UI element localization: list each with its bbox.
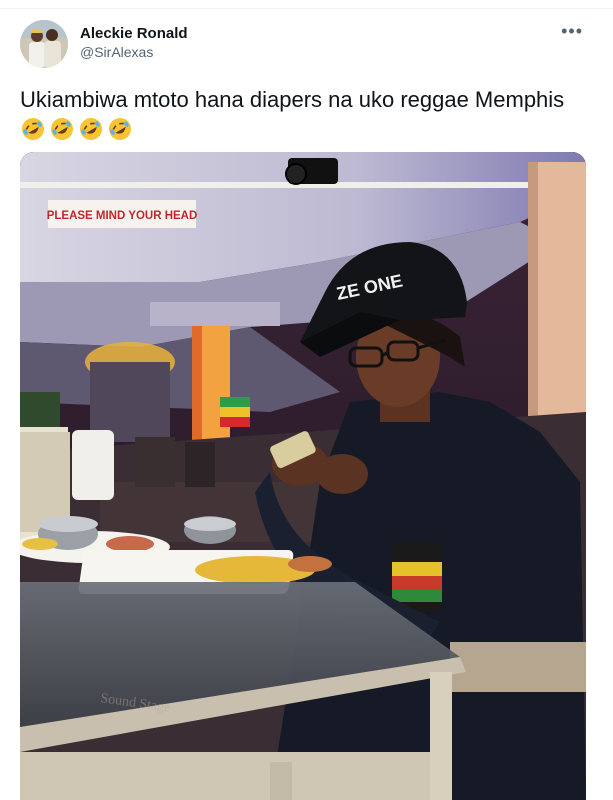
tweet-card: Aleckie Ronald @SirAlexas ••• Ukiambiwa … <box>0 0 613 800</box>
rofl-emoji-icon <box>80 118 102 141</box>
tweet-photo[interactable]: PLEASE MIND YOUR HEAD ZE ONE Sound Stage <box>20 152 586 800</box>
author-display-name[interactable]: Aleckie Ronald <box>80 24 188 43</box>
divider <box>0 8 613 9</box>
avatar[interactable] <box>20 20 68 68</box>
tweet-header: Aleckie Ronald @SirAlexas ••• <box>20 20 593 70</box>
rofl-emoji-icon <box>109 118 131 141</box>
tweet-text: Ukiambiwa mtoto hana diapers na uko regg… <box>20 86 580 142</box>
rofl-emoji-icon <box>22 118 44 141</box>
tweet-body: Ukiambiwa mtoto hana diapers na uko regg… <box>20 87 565 112</box>
rofl-emoji-icon <box>51 118 73 141</box>
author-handle[interactable]: @SirAlexas <box>80 43 188 62</box>
sign-text: PLEASE MIND YOUR HEAD <box>47 210 198 222</box>
restaurant-photo: PLEASE MIND YOUR HEAD ZE ONE Sound Stage <box>20 152 586 800</box>
emoji-row <box>20 116 133 142</box>
more-options-icon[interactable]: ••• <box>561 22 583 40</box>
profile-photo-icon <box>20 20 68 68</box>
